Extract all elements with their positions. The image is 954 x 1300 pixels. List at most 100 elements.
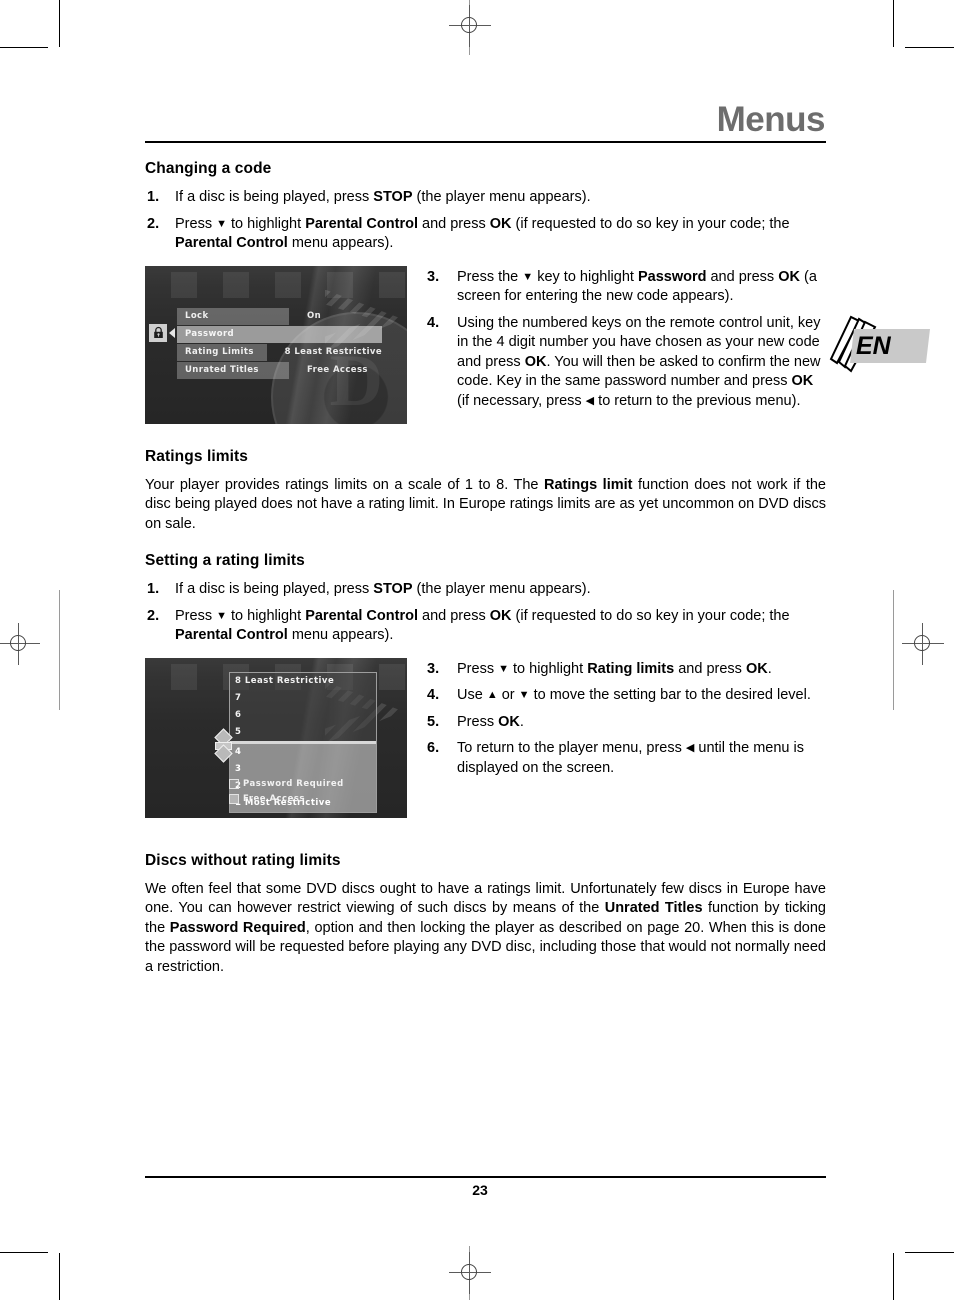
- step-text-part: Use: [457, 687, 487, 703]
- section-heading: Setting a rating limits: [145, 552, 305, 569]
- list-item: 1. If a disc is being played, press STOP…: [145, 580, 826, 600]
- steps-3-4: 3. Press the ▼ key to highlight Password…: [425, 268, 826, 412]
- section-paragraph: We often feel that some DVD discs ought …: [145, 880, 826, 978]
- language-tab-label: EN: [856, 332, 891, 360]
- rating-scale-upper-group: 8 Least Restrictive 7 6 5: [230, 672, 376, 741]
- osd-background-stripes: [145, 271, 407, 298]
- section-setting-a-rating-limits: Setting a rating limits 1. If a disc is …: [145, 552, 826, 818]
- list-item: 4. Use ▲ or ▼ to move the setting bar to…: [425, 686, 826, 706]
- figure-row-rating-limits: 8 Least Restrictive 7 6 5 4 3 2 1 Most R…: [145, 657, 826, 818]
- step-keyword-parental-control: Parental Control: [175, 235, 288, 251]
- checkbox-password-required[interactable]: Password Required: [229, 778, 344, 789]
- step-text-part: and press: [417, 215, 490, 232]
- rating-level[interactable]: 3: [230, 761, 376, 778]
- menu-row-value: 8 Least Restrictive: [284, 347, 382, 357]
- section-paragraph: Your player provides ratings limits on a…: [145, 476, 826, 535]
- step-keyword-stop: STOP: [373, 581, 413, 597]
- arrow-down-icon: ▼: [522, 270, 534, 283]
- crop-mark-bottom-left-horizontal: [0, 1252, 48, 1253]
- step-text-part: (the player menu appears).: [412, 581, 591, 597]
- step-keyword-ok: OK: [745, 660, 768, 677]
- footer-divider: [145, 1176, 826, 1178]
- step-keyword-parental-control: Parental Control: [175, 627, 288, 643]
- list-item: 5. Press OK.: [425, 713, 826, 733]
- arrow-up-icon: ▲: [486, 689, 498, 701]
- section-heading: Changing a code: [145, 160, 272, 177]
- step-number: 1.: [147, 189, 160, 205]
- changing-code-steps-continued: 3. Press the ▼ key to highlight Password…: [407, 266, 826, 419]
- list-item: 6. To return to the player menu, press ◀…: [425, 739, 826, 778]
- menu-row-rating-limits[interactable]: Rating Limits 8 Least Restrictive: [177, 343, 382, 361]
- step-text-part: Press: [457, 713, 499, 730]
- crop-mark-top-left-vertical: [59, 0, 60, 47]
- section-ratings-limits: Ratings limits Your player provides rati…: [145, 448, 826, 535]
- arrow-left-icon: ◀: [585, 394, 595, 407]
- step-text-part: and press: [706, 268, 779, 285]
- step-text-part: to return to the previous menu).: [594, 392, 801, 409]
- step-text-part: to move the setting bar to the desired l…: [529, 687, 811, 703]
- trim-line-right: [893, 590, 894, 710]
- registration-mark-ring: [461, 1264, 477, 1280]
- step-text-part: If a disc is being played, press: [175, 189, 374, 205]
- keyword-password-required: Password Required: [169, 919, 306, 936]
- section-heading: Discs without rating limits: [145, 851, 341, 869]
- step-text-part: menu appears).: [287, 235, 394, 251]
- step-text-part: Press: [457, 660, 499, 677]
- step-number: 3.: [427, 660, 440, 677]
- arrow-down-icon: ▼: [216, 217, 227, 230]
- step-text-part: (if requested to do so key in your code;…: [511, 607, 790, 624]
- step-number: 2.: [147, 215, 160, 232]
- step-keyword-rating-limits: Rating limits: [587, 660, 675, 677]
- checkbox-icon: [229, 778, 239, 789]
- figure-parental-control: D Lock On Password Rating Limits 8 Least…: [145, 265, 407, 424]
- step-text-part: to highlight: [226, 607, 306, 624]
- step-keyword-parental-control: Parental Control: [305, 215, 418, 232]
- registration-mark-ring: [914, 635, 930, 651]
- registration-mark-right: [902, 623, 944, 665]
- menu-row-unrated-titles[interactable]: Unrated Titles Free Access: [177, 361, 382, 379]
- crop-mark-top-right-vertical: [893, 0, 894, 47]
- header-divider: [145, 141, 826, 143]
- rating-level[interactable]: 4: [230, 744, 376, 761]
- menu-row-password[interactable]: Password: [177, 325, 382, 343]
- step-keyword-parental-control: Parental Control: [305, 607, 418, 624]
- osd-screenshot-rating-limits: 8 Least Restrictive 7 6 5 4 3 2 1 Most R…: [145, 657, 407, 818]
- rating-level[interactable]: 8 Least Restrictive: [230, 673, 376, 690]
- step-keyword-ok: OK: [791, 373, 814, 389]
- step-text-part: .: [767, 660, 772, 677]
- crop-mark-top-left-horizontal: [0, 47, 48, 48]
- checkbox-free-access[interactable]: Free Access: [229, 793, 305, 804]
- left-caret-icon: [169, 327, 175, 338]
- list-item: 1. If a disc is being played, press STOP…: [145, 188, 826, 208]
- trim-line-left: [59, 590, 60, 710]
- step-text-part: Press: [175, 215, 217, 232]
- rating-slider-handle[interactable]: [214, 727, 233, 763]
- step-text-part: (the player menu appears).: [412, 189, 591, 205]
- step-keyword-ok: OK: [498, 713, 520, 730]
- figure-row-parental-control: D Lock On Password Rating Limits 8 Least…: [145, 265, 826, 424]
- padlock-icon: [149, 323, 167, 342]
- registration-mark-top: [449, 5, 491, 47]
- padlock-glyph-icon: [153, 326, 163, 338]
- step-text-part: menu appears).: [287, 627, 394, 643]
- step-text-part: (if necessary, press: [457, 392, 586, 409]
- step-text-part: or: [497, 687, 519, 703]
- rating-level[interactable]: 5: [230, 724, 376, 741]
- step-text-part: If a disc is being played, press: [175, 581, 374, 597]
- registration-mark-ring: [10, 635, 26, 651]
- rating-level[interactable]: 6: [230, 707, 376, 724]
- step-keyword-ok: OK: [489, 215, 512, 232]
- step-keyword-ok: OK: [489, 607, 512, 624]
- figure-rating-limits: 8 Least Restrictive 7 6 5 4 3 2 1 Most R…: [145, 657, 407, 818]
- section-heading: Ratings limits: [145, 447, 249, 465]
- step-keyword-stop: STOP: [373, 189, 413, 205]
- paragraph-part: Your player provides ratings limits on a…: [145, 476, 544, 493]
- checkbox-icon-checked: [229, 793, 239, 804]
- rating-level[interactable]: 7: [230, 690, 376, 707]
- step-text-part: to highlight: [508, 660, 588, 677]
- step-text-part: to highlight: [226, 215, 306, 232]
- menu-row-lock[interactable]: Lock On: [177, 307, 382, 325]
- crop-mark-top-right-horizontal: [905, 47, 954, 48]
- step-text-part: key to highlight: [533, 268, 638, 285]
- osd-screenshot-parental-control: D Lock On Password Rating Limits 8 Least…: [145, 265, 407, 424]
